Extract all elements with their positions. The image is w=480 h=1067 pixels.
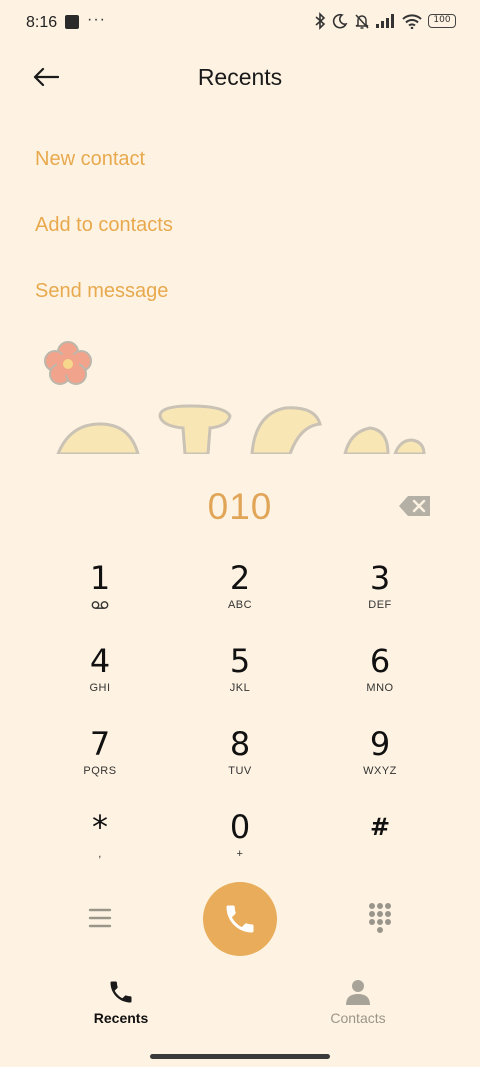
key-digit: 5 (229, 642, 251, 680)
backspace-button[interactable] (398, 494, 432, 518)
key-6[interactable]: 6 MNO (325, 643, 435, 715)
key-letters: TUV (228, 765, 252, 777)
key-letters: ABC (227, 599, 253, 611)
add-to-contacts-link[interactable]: Add to contacts (35, 214, 173, 237)
notification-square-icon (65, 15, 79, 29)
status-bar: 8:16 ··· 100 (0, 0, 480, 46)
key-digit: 1 (89, 559, 111, 597)
signal-icon (376, 14, 394, 28)
key-letters: , (98, 848, 102, 860)
voicemail-icon (91, 601, 109, 609)
key-3[interactable]: 3 DEF (325, 560, 435, 632)
decorative-artwork (0, 336, 480, 454)
dialpad-icon (369, 903, 391, 933)
key-letters: JKL (229, 682, 251, 694)
key-digit: 4 (89, 642, 111, 680)
key-digit: 7 (89, 725, 111, 763)
key-letters: WXYZ (363, 765, 397, 777)
key-star[interactable]: * , (45, 809, 155, 881)
theme-illustration (44, 341, 426, 454)
more-notifications-icon: ··· (87, 11, 106, 28)
call-button[interactable] (203, 882, 277, 956)
status-time: 8:16 (26, 14, 58, 31)
key-digit: 3 (369, 559, 391, 597)
tab-label: Contacts (330, 1010, 386, 1026)
key-letters: PQRS (83, 765, 117, 777)
key-1[interactable]: 1 (45, 560, 155, 632)
tab-recents[interactable]: Recents (61, 978, 181, 1034)
keypad-toggle-button[interactable] (364, 900, 396, 936)
tab-label: Recents (93, 1010, 149, 1026)
key-digit: 2 (229, 559, 251, 597)
battery-icon: 100 (428, 14, 456, 28)
key-digit: * (92, 808, 108, 846)
bluetooth-icon (315, 12, 326, 30)
key-0[interactable]: 0 + (185, 809, 295, 881)
key-digit: 0 (229, 808, 251, 846)
home-indicator[interactable] (150, 1054, 330, 1059)
backspace-icon (399, 496, 430, 516)
status-icons: 100 (314, 12, 456, 30)
key-7[interactable]: 7 PQRS (45, 726, 155, 798)
person-icon (346, 980, 370, 1005)
key-5[interactable]: 5 JKL (185, 643, 295, 715)
key-digit: # (369, 813, 391, 841)
key-2[interactable]: 2 ABC (185, 560, 295, 632)
key-letters: GHI (89, 682, 111, 694)
tab-contacts[interactable]: Contacts (298, 978, 418, 1034)
key-hash[interactable]: # (325, 809, 435, 881)
key-digit: 9 (369, 725, 391, 763)
key-9[interactable]: 9 WXYZ (325, 726, 435, 798)
key-digit: 6 (369, 642, 391, 680)
key-4[interactable]: 4 GHI (45, 643, 155, 715)
new-contact-link[interactable]: New contact (35, 148, 145, 171)
key-letters: DEF (368, 599, 392, 611)
flower-icon (44, 341, 92, 385)
menu-button[interactable] (84, 904, 116, 932)
phone-icon (226, 905, 254, 933)
phone-icon (110, 981, 132, 1003)
moon-icon (332, 13, 348, 29)
wifi-icon (402, 13, 422, 29)
key-digit: 8 (229, 725, 251, 763)
key-8[interactable]: 8 TUV (185, 726, 295, 798)
key-letters: + (236, 848, 244, 860)
bell-off-icon (355, 13, 369, 29)
key-letters: MNO (366, 682, 394, 694)
send-message-link[interactable]: Send message (35, 280, 168, 303)
page-title: Recents (197, 64, 283, 90)
menu-icon (88, 908, 112, 928)
header: Recents (0, 50, 480, 104)
